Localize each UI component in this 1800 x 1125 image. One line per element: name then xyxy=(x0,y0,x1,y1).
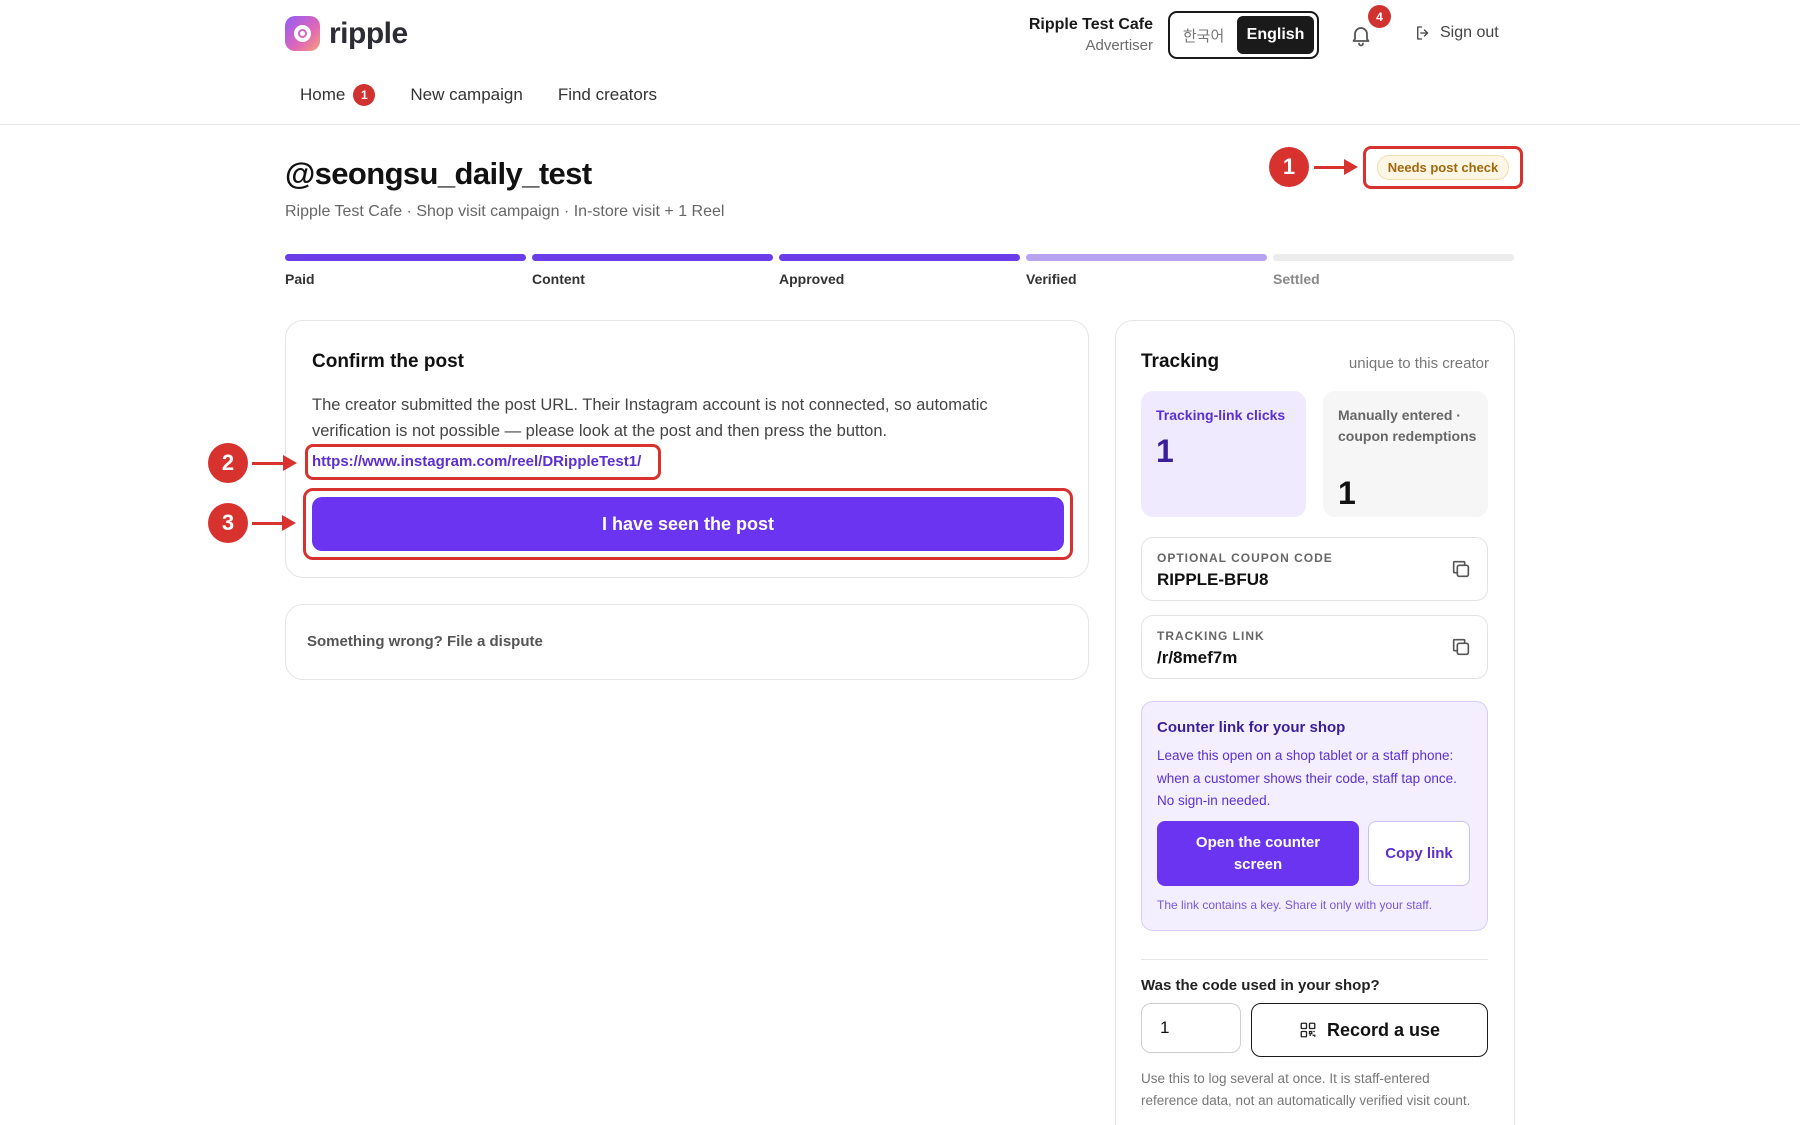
counter-link-note: The link contains a key. Share it only w… xyxy=(1157,898,1433,912)
annotation-marker-3: 3 xyxy=(208,503,248,543)
language-toggle: 한국어 English xyxy=(1168,11,1319,59)
nav-item-home[interactable]: Home 1 xyxy=(300,84,376,106)
language-english-option[interactable]: English xyxy=(1237,16,1314,54)
coupon-redemptions-value: 1 xyxy=(1338,475,1356,511)
tracking-clicks-value: 1 xyxy=(1156,433,1174,469)
coupon-redemptions-metric: Manually entered · coupon redemptions 1 xyxy=(1323,391,1488,517)
copy-icon[interactable] xyxy=(1450,636,1472,658)
record-use-note: Use this to log several at once. It is s… xyxy=(1141,1071,1471,1108)
code-used-question: Was the code used in your shop? xyxy=(1141,977,1380,994)
post-url-link[interactable]: https://www.instagram.com/reel/DRippleTe… xyxy=(312,453,641,470)
tracking-clicks-metric: Tracking-link clicks 1 xyxy=(1141,391,1306,517)
annotation-marker-2: 2 xyxy=(208,443,248,483)
seen-button-highlight: I have seen the post xyxy=(303,488,1073,560)
annotation-arrow-3 xyxy=(252,515,296,531)
brand-logo[interactable]: ripple xyxy=(285,16,408,51)
dispute-card[interactable]: Something wrong? File a dispute xyxy=(285,604,1089,680)
progress-step-bar xyxy=(1273,254,1514,261)
nav-home-badge: 1 xyxy=(353,84,376,106)
annotation-arrow-2 xyxy=(252,455,297,471)
record-use-button[interactable]: Record a use xyxy=(1251,1003,1488,1057)
account-role: Advertiser xyxy=(1085,37,1153,54)
bell-icon[interactable] xyxy=(1349,23,1373,47)
qr-code-icon xyxy=(1300,1022,1316,1038)
progress-step-bar xyxy=(1026,254,1267,261)
page-title: @seongsu_daily_test xyxy=(285,156,592,191)
sign-out-icon xyxy=(1417,26,1429,40)
tracking-link-value: /r/8mef7m xyxy=(1157,648,1238,667)
coupon-code-value: RIPPLE-BFU8 xyxy=(1157,570,1269,589)
copy-link-button[interactable]: Copy link xyxy=(1368,821,1470,886)
post-url-highlight: https://www.instagram.com/reel/DRippleTe… xyxy=(305,444,661,480)
counter-link-title: Counter link for your shop xyxy=(1157,719,1346,736)
page-subtitle: Ripple Test Cafe · Shop visit campaign ·… xyxy=(285,203,725,220)
progress-step: Content xyxy=(532,254,773,287)
tracking-subtitle: unique to this creator xyxy=(1348,355,1489,372)
nav-item-find-creators[interactable]: Find creators xyxy=(558,85,657,105)
sign-out-label: Sign out xyxy=(1440,24,1499,41)
ripple-logo-icon xyxy=(285,16,320,51)
nav-item-new-campaign[interactable]: New campaign xyxy=(410,85,522,105)
language-korean-option[interactable]: 한국어 xyxy=(1173,16,1234,54)
progress-step-label: Settled xyxy=(1273,271,1320,287)
progress-step: Verified xyxy=(1026,254,1267,287)
progress-step-bar xyxy=(779,254,1020,261)
counter-link-description: Leave this open on a shop tablet or a st… xyxy=(1157,748,1457,808)
annotation-arrow-1 xyxy=(1314,159,1358,175)
annotation-marker-1: 1 xyxy=(1269,147,1309,187)
progress-step-label: Content xyxy=(532,271,585,287)
campaign-progress: Paid Content Approved Verified Settled xyxy=(285,254,1515,287)
copy-icon[interactable] xyxy=(1450,558,1472,580)
main-nav: Home 1 New campaign Find creators xyxy=(300,84,657,106)
brand-name: ripple xyxy=(329,16,408,50)
coupon-code-label: OPTIONAL COUPON CODE xyxy=(1157,551,1333,565)
status-badge: Needs post check xyxy=(1376,155,1510,180)
tracking-clicks-label: Tracking-link clicks xyxy=(1156,407,1286,423)
progress-step-label: Paid xyxy=(285,271,315,287)
record-use-label: Record a use xyxy=(1326,1019,1441,1040)
tracking-link-box: TRACKING LINK /r/8mef7m xyxy=(1141,615,1488,679)
tracking-link-label: TRACKING LINK xyxy=(1157,629,1265,643)
sign-out-button[interactable]: Sign out xyxy=(1414,24,1499,42)
seen-post-button[interactable]: I have seen the post xyxy=(312,497,1064,551)
top-header: ripple Ripple Test Cafe Advertiser 한국어 E… xyxy=(0,0,1800,125)
nav-home-label: Home xyxy=(300,85,346,104)
progress-step-bar xyxy=(285,254,526,261)
use-quantity-input[interactable] xyxy=(1141,1003,1241,1053)
status-highlight: Needs post check xyxy=(1363,146,1523,189)
confirm-post-card: Confirm the post The creator submitted t… xyxy=(285,320,1089,578)
coupon-redemptions-label: Manually entered · coupon redemptions xyxy=(1338,407,1477,444)
tracking-title: Tracking xyxy=(1141,351,1220,372)
tracking-card: Tracking unique to this creator Tracking… xyxy=(1115,320,1515,1125)
progress-step: Settled xyxy=(1273,254,1514,287)
notification-count-badge: 4 xyxy=(1368,5,1391,28)
account-info: Ripple Test Cafe Advertiser xyxy=(933,16,1153,54)
file-dispute-link[interactable]: Something wrong? File a dispute xyxy=(307,633,543,650)
progress-step-label: Approved xyxy=(779,271,845,287)
divider xyxy=(1141,959,1488,960)
progress-step-label: Verified xyxy=(1026,271,1077,287)
account-name: Ripple Test Cafe xyxy=(1028,16,1153,33)
coupon-code-box: OPTIONAL COUPON CODE RIPPLE-BFU8 xyxy=(1141,537,1488,601)
progress-step-bar xyxy=(532,254,773,261)
counter-link-box: Counter link for your shop Leave this op… xyxy=(1141,701,1488,931)
confirm-post-description: The creator submitted the post URL. Thei… xyxy=(312,396,988,440)
progress-step: Approved xyxy=(779,254,1020,287)
progress-step: Paid xyxy=(285,254,526,287)
confirm-post-title: Confirm the post xyxy=(312,351,464,372)
open-counter-screen-button[interactable]: Open the counter screen xyxy=(1157,821,1359,886)
